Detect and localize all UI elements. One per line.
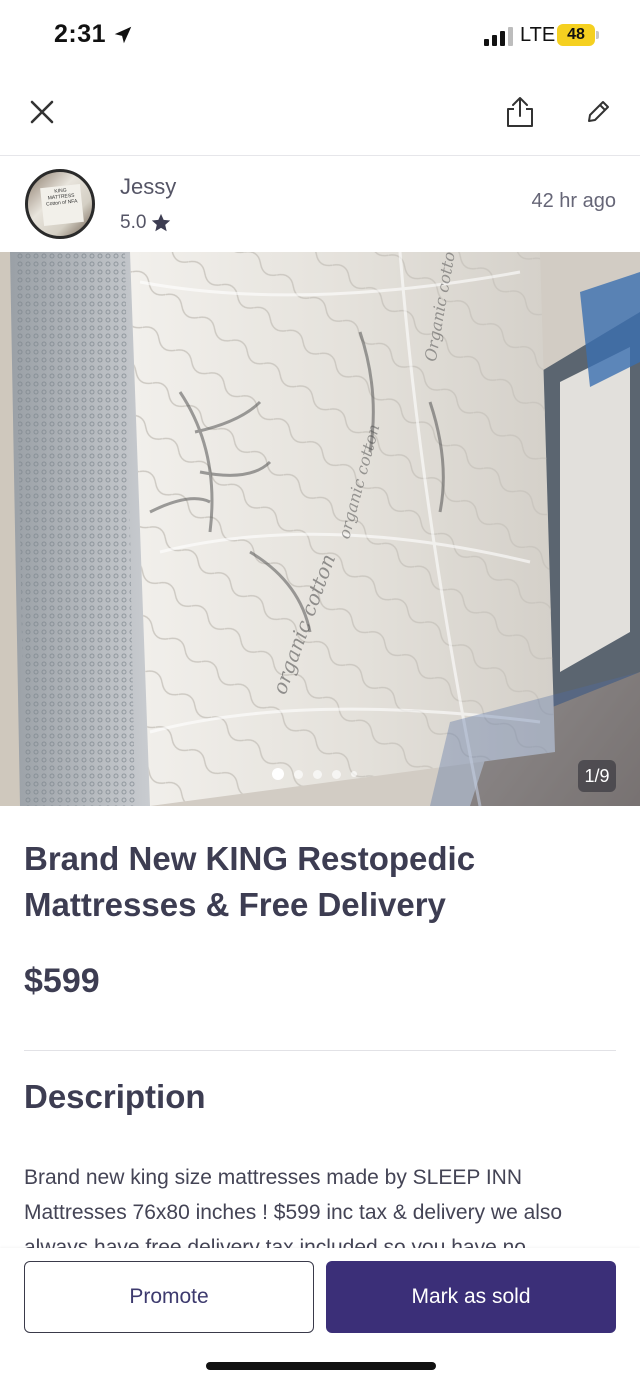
share-icon xyxy=(507,97,533,127)
gallery-pager-dots[interactable] xyxy=(272,768,357,780)
close-icon xyxy=(30,100,54,124)
network-type: LTE xyxy=(520,24,556,46)
divider xyxy=(24,1050,616,1051)
pager-dot[interactable] xyxy=(351,771,357,777)
mark-as-sold-button[interactable]: Mark as sold xyxy=(326,1261,616,1333)
battery-icon: 48 xyxy=(557,24,595,46)
edit-button[interactable] xyxy=(576,90,620,134)
signal-icon xyxy=(484,26,514,46)
star-icon xyxy=(152,213,171,232)
close-button[interactable] xyxy=(20,90,64,134)
pager-dot[interactable] xyxy=(294,769,303,779)
mattress-photo-image xyxy=(0,252,640,806)
listing-photo[interactable]: organic cotton organic cotton Organic co… xyxy=(0,252,640,806)
pager-dot-active[interactable] xyxy=(272,768,284,780)
pager-dot[interactable] xyxy=(313,769,322,779)
share-button[interactable] xyxy=(498,90,542,134)
avatar-tag-text: KING MATTRESS Cotton of NFA xyxy=(40,184,84,226)
photo-counter: 1/9 xyxy=(578,760,616,792)
listing-title: Brand New KING Restopedic Mattresses & F… xyxy=(24,840,476,923)
seller-rating: 5.0 xyxy=(120,212,172,234)
seller-name[interactable]: Jessy xyxy=(120,174,176,200)
status-time: 2:31 xyxy=(54,20,107,48)
posted-time: 42 hr ago xyxy=(531,190,616,212)
edit-pencil-icon xyxy=(588,101,609,122)
seller-row[interactable]: KING MATTRESS Cotton of NFA Jessy 5.0 42… xyxy=(0,156,640,252)
seller-avatar[interactable]: KING MATTRESS Cotton of NFA xyxy=(25,169,95,239)
description-text: Brand new king size mattresses made by S… xyxy=(24,1166,563,1258)
pager-dot[interactable] xyxy=(332,769,341,779)
listing-page: 2:31 LTE 48 KING MATTRESS Cotton of NFA … xyxy=(0,0,640,1384)
status-bar: 2:31 LTE 48 xyxy=(0,0,640,72)
description-heading: Description xyxy=(24,1078,206,1115)
listing-price: $599 xyxy=(24,962,100,1000)
promote-button[interactable]: Promote xyxy=(24,1261,314,1333)
home-indicator[interactable] xyxy=(206,1362,436,1370)
rating-value: 5.0 xyxy=(120,212,147,233)
location-arrow-icon xyxy=(114,26,132,44)
top-toolbar xyxy=(0,72,640,156)
